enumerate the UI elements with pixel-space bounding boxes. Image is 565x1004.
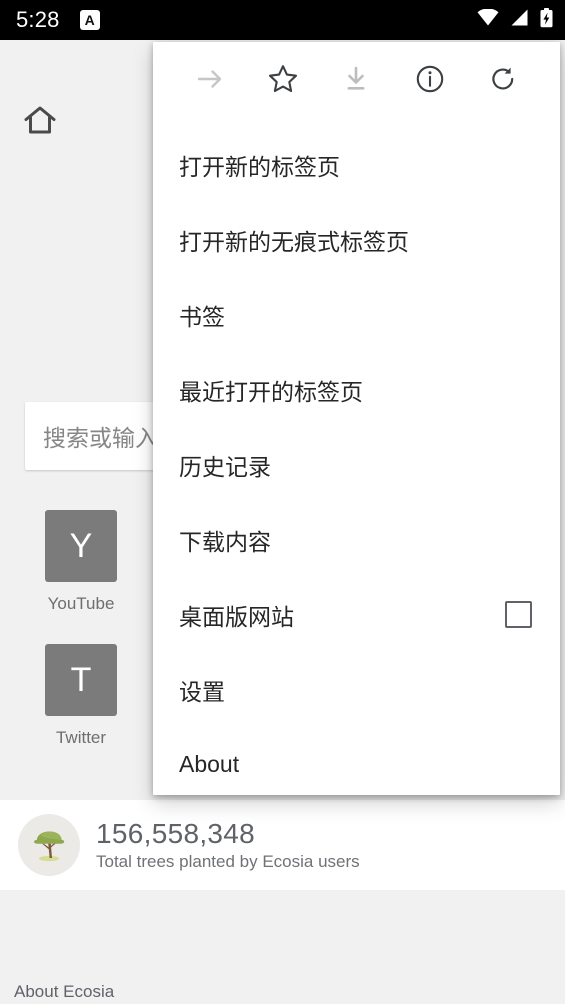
page-info-button[interactable] <box>408 60 452 104</box>
desktop-site-checkbox[interactable] <box>505 601 532 628</box>
download-icon <box>342 65 370 98</box>
status-bar-indicators <box>477 7 553 33</box>
menu-item-label: 设置 <box>179 678 225 705</box>
menu-item-label: 书签 <box>179 303 225 330</box>
reload-icon <box>488 64 518 99</box>
menu-item-new-incognito-tab[interactable]: 打开新的无痕式标签页 <box>153 202 560 277</box>
menu-item-label: About <box>179 751 240 777</box>
bookmark-star-icon <box>267 63 299 100</box>
forward-icon-button[interactable] <box>188 60 232 104</box>
menu-item-label: 下载内容 <box>179 528 271 555</box>
status-bar-clock: 5:28 <box>16 7 60 32</box>
page-info-icon <box>415 64 445 99</box>
bookmark-button[interactable] <box>261 60 305 104</box>
menu-item-label: 最近打开的标签页 <box>179 378 363 405</box>
menu-icon-row <box>153 42 560 121</box>
menu-item-downloads[interactable]: 下载内容 <box>153 502 560 577</box>
menu-item-list: 打开新的标签页 打开新的无痕式标签页 书签 最近打开的标签页 历史记录 下载内容… <box>153 121 560 795</box>
menu-item-about[interactable]: About <box>153 727 560 795</box>
app-notification-icon: A <box>79 10 100 30</box>
menu-item-recent-tabs[interactable]: 最近打开的标签页 <box>153 352 560 427</box>
download-page-button[interactable] <box>334 60 378 104</box>
browser-app-menu: 打开新的标签页 打开新的无痕式标签页 书签 最近打开的标签页 历史记录 下载内容… <box>153 42 560 795</box>
cellular-signal-icon <box>510 9 529 31</box>
forward-icon <box>195 64 225 99</box>
menu-item-label: 打开新的无痕式标签页 <box>179 228 409 255</box>
battery-charging-icon <box>540 7 553 33</box>
menu-item-bookmarks[interactable]: 书签 <box>153 277 560 352</box>
status-bar: 5:28 A <box>0 0 565 40</box>
menu-item-desktop-site[interactable]: 桌面版网站 <box>153 577 560 652</box>
menu-item-new-tab[interactable]: 打开新的标签页 <box>153 127 560 202</box>
menu-item-label: 打开新的标签页 <box>179 153 340 180</box>
reload-button[interactable] <box>481 60 525 104</box>
menu-item-history[interactable]: 历史记录 <box>153 427 560 502</box>
wifi-icon <box>477 8 499 31</box>
menu-item-label: 历史记录 <box>179 453 271 480</box>
menu-item-label: 桌面版网站 <box>179 603 294 630</box>
menu-item-settings[interactable]: 设置 <box>153 652 560 727</box>
